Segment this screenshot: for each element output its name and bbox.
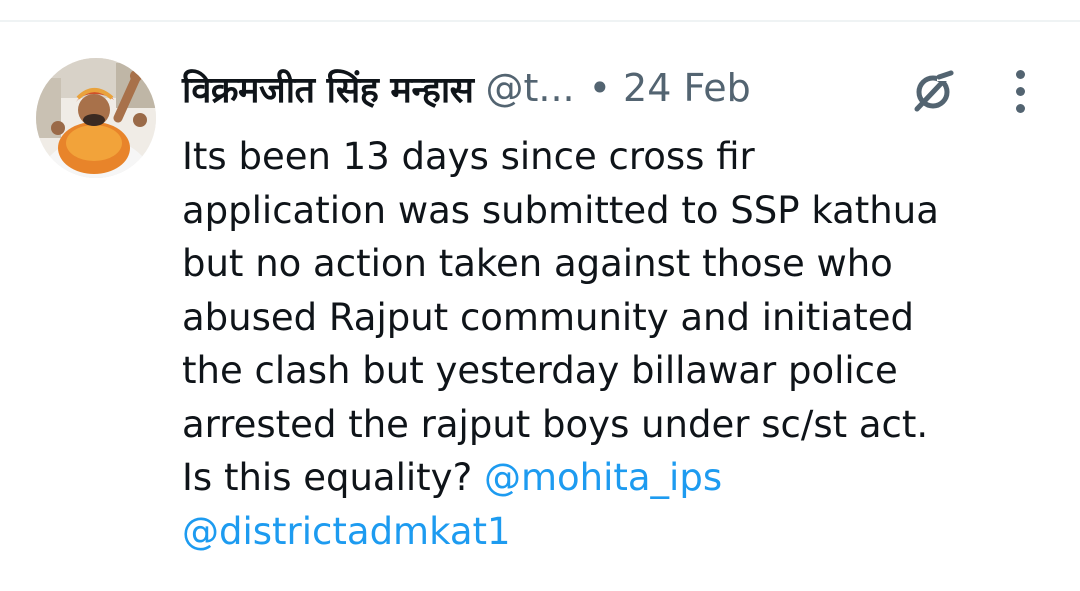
display-name[interactable]: विक्रमजीत सिंह मन्हास — [182, 64, 474, 113]
tweet-text-line: Its been 13 days since cross fir — [182, 135, 755, 178]
tweet-text-segment: Is this equality? — [182, 456, 473, 499]
tweet-text-line: but no action taken against those who — [182, 242, 893, 285]
more-options-button[interactable] — [1004, 66, 1036, 116]
user-handle[interactable]: @t... — [485, 66, 574, 110]
more-icon-dot — [1015, 103, 1025, 113]
tweet[interactable]: विक्रमजीत सिंह मन्हास @t... • 24 Feb Its… — [0, 0, 1080, 569]
tweet-text-line: arrested the rajput boys under sc/st act… — [182, 402, 929, 446]
mention-link[interactable]: @districtadmkat1 — [182, 510, 511, 553]
tweet-text-line: application was submitted to SSP kathua — [182, 188, 939, 232]
grok-icon — [914, 70, 954, 112]
grok-button[interactable] — [908, 66, 958, 116]
separator-dot: • — [588, 66, 612, 110]
tweet-text-line: the clash but yesterday billawar police — [182, 349, 898, 392]
mention-link[interactable]: @mohita_ips — [484, 456, 722, 499]
avatar[interactable] — [36, 58, 156, 178]
tweet-text: Its been 13 days since cross fir applica… — [182, 130, 1062, 558]
more-icon-dot — [1015, 86, 1025, 96]
tweet-date[interactable]: 24 Feb — [623, 66, 751, 110]
avatar-image — [36, 58, 156, 178]
tweet-header: विक्रमजीत सिंह मन्हास @t... • 24 Feb — [182, 60, 751, 116]
tweet-text-line: abused Rajput community and initiated — [182, 295, 914, 339]
tweet-text-line-mention: @districtadmkat1 — [182, 505, 1062, 559]
tweet-text-line-final: Is this equality? @mohita_ips — [182, 451, 1062, 505]
more-icon-dot — [1015, 69, 1025, 79]
